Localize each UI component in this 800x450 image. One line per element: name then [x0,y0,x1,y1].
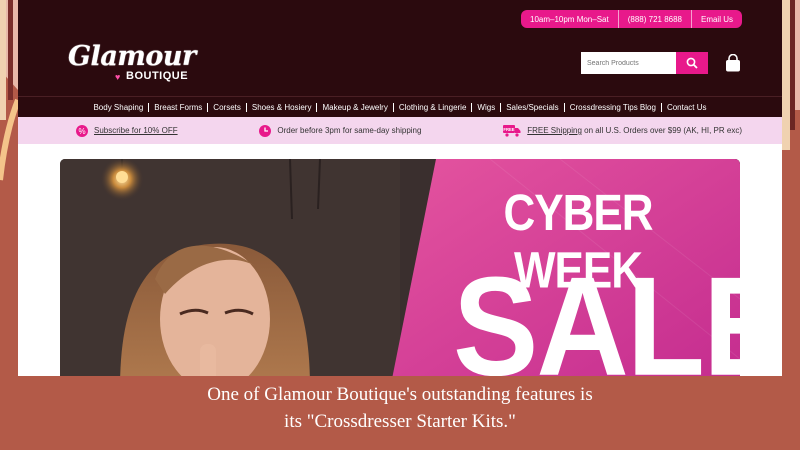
banner-sale-text: SALE [453,248,740,376]
caption-line-2: its "Crossdresser Starter Kits." [284,411,516,432]
search-icon [686,57,698,69]
logo-subtitle: BOUTIQUE [126,70,189,82]
promo-subscribe: % Subscribe for 10% OFF [76,124,178,137]
delivery-truck-icon: FREE [503,124,521,137]
nav-clothing-lingerie[interactable]: Clothing & Lingerie [392,102,472,112]
heart-icon: ♥ [115,72,121,82]
promo-shipping-time: Order before 3pm for same-day shipping [259,124,422,137]
right-arc-decoration [782,0,800,150]
promo-bar: % Subscribe for 10% OFF Order before 3pm… [18,117,782,144]
site-logo[interactable]: Glamour ♥ BOUTIQUE [68,41,198,83]
caption-line-1: One of Glamour Boutique's outstanding fe… [207,384,593,405]
main-navigation: Body Shaping Breast Forms Corsets Shoes … [18,96,782,117]
clock-icon [259,124,272,137]
nav-wigs[interactable]: Wigs [471,102,500,112]
email-us-link[interactable]: Email Us [692,10,742,28]
free-shipping-link[interactable]: FREE Shipping [527,126,582,135]
shipping-time-text: Order before 3pm for same-day shipping [277,126,422,135]
subscribe-link[interactable]: Subscribe for 10% OFF [94,126,178,135]
store-hours: 10am–10pm Mon–Sat [521,10,619,28]
nav-shoes-hosiery[interactable]: Shoes & Hosiery [245,102,317,112]
percent-icon: % [76,124,88,137]
top-utility-bar: 10am–10pm Mon–Sat (888) 721 8688 Email U… [18,0,782,30]
free-shipping-terms: on all U.S. Orders over $99 (AK, HI, PR … [581,126,742,135]
nav-contact-us[interactable]: Contact Us [660,102,712,112]
phone-link[interactable]: (888) 721 8688 [619,10,692,28]
search-bar [581,52,708,74]
left-arc-decoration [0,0,21,181]
shopping-bag-icon[interactable] [725,54,741,72]
contact-strip: 10am–10pm Mon–Sat (888) 721 8688 Email U… [521,10,742,28]
website-screenshot: 10am–10pm Mon–Sat (888) 721 8688 Email U… [18,0,782,376]
search-button[interactable] [676,52,708,74]
nav-crossdressing-blog[interactable]: Crossdressing Tips Blog [563,102,661,112]
free-badge: FREE [504,127,515,132]
nav-sales-specials[interactable]: Sales/Specials [500,102,563,112]
nav-breast-forms[interactable]: Breast Forms [148,102,207,112]
slide-caption: One of Glamour Boutique's outstanding fe… [0,381,800,435]
logo-wordmark: Glamour [68,41,196,72]
promo-free-shipping: FREE FREE Shipping on all U.S. Orders ov… [503,124,742,137]
nav-corsets[interactable]: Corsets [207,102,246,112]
nav-makeup-jewelry[interactable]: Makeup & Jewelry [316,102,392,112]
search-input[interactable] [581,52,676,74]
svg-text:%: % [78,127,85,136]
nav-body-shaping[interactable]: Body Shaping [88,103,148,112]
hero-banner[interactable]: CYBER WEEK SALE [60,159,740,376]
site-header: Glamour ♥ BOUTIQUE [18,30,782,96]
